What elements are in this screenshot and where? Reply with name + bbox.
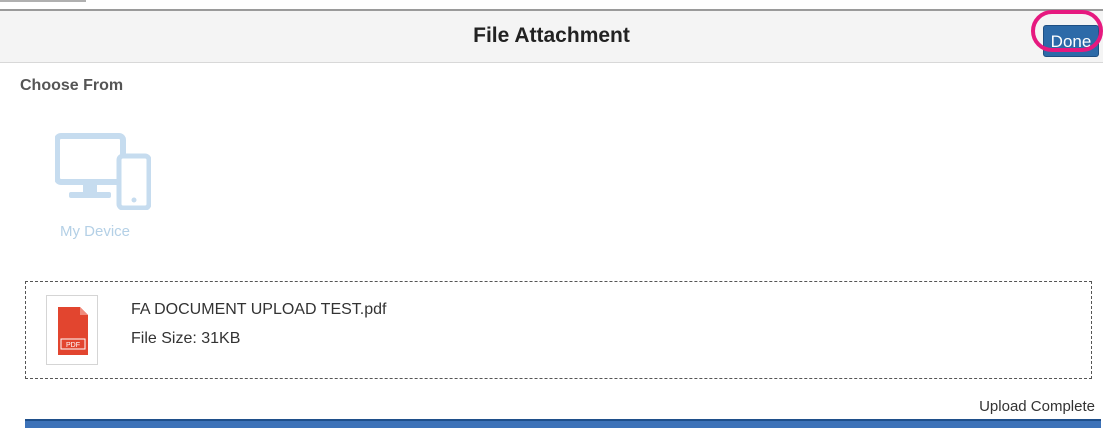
done-button[interactable]: Done [1043, 25, 1099, 57]
choose-from-heading: Choose From [20, 77, 124, 94]
pdf-file-icon: PDF [46, 295, 98, 365]
window-top-edge [0, 0, 1103, 11]
monitor-phone-icon [55, 133, 151, 210]
top-edge-tick [0, 0, 86, 2]
file-size: File Size: 31KB [131, 330, 241, 347]
my-device-label: My Device [59, 223, 130, 240]
my-device-option[interactable]: My Device [40, 122, 170, 247]
attached-file-card: PDF FA DOCUMENT UPLOAD TEST.pdf File Siz… [25, 281, 1092, 379]
upload-status: Upload Complete [979, 398, 1095, 415]
upload-progress-fill [25, 421, 1101, 428]
upload-progress-bar [25, 419, 1101, 428]
dialog-header: File Attachment Done [0, 11, 1103, 63]
file-name: FA DOCUMENT UPLOAD TEST.pdf [131, 301, 387, 318]
pdf-icon-label: PDF [66, 342, 80, 349]
page-title: File Attachment [473, 24, 630, 47]
